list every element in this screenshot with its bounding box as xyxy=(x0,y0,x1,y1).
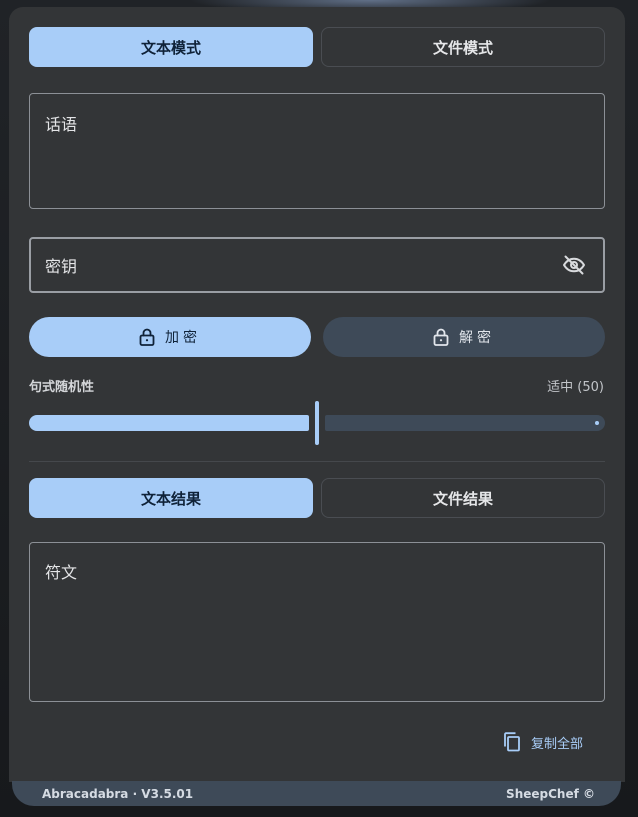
input-textarea[interactable]: 话语 xyxy=(29,93,605,209)
tab-text-mode[interactable]: 文本模式 xyxy=(29,27,313,67)
footer: Abracadabra · V3.5.01 SheepChef © xyxy=(12,781,621,806)
slider-thumb[interactable] xyxy=(315,401,319,445)
encrypt-label: 加密 xyxy=(165,330,201,346)
decrypt-button[interactable]: 解密 xyxy=(323,317,605,357)
input-placeholder: 话语 xyxy=(45,115,78,134)
output-textarea[interactable]: 符文 xyxy=(29,542,605,702)
encrypt-button[interactable]: 加密 xyxy=(29,317,311,357)
slider-label: 句式随机性 xyxy=(29,380,95,395)
key-input[interactable]: 密钥 xyxy=(29,237,605,293)
copy-label: 复制全部 xyxy=(531,736,584,752)
copy-icon xyxy=(503,732,521,752)
tab-text-result[interactable]: 文本结果 xyxy=(29,478,313,518)
lock-icon xyxy=(139,328,155,346)
lock-icon xyxy=(433,328,449,346)
output-placeholder: 符文 xyxy=(45,563,78,582)
slider-value: 适中 (50) xyxy=(547,380,604,395)
slider-track-filled[interactable] xyxy=(29,415,309,431)
key-placeholder: 密钥 xyxy=(45,257,78,276)
eye-off-icon[interactable] xyxy=(562,253,586,277)
slider-track-empty[interactable] xyxy=(325,415,605,431)
divider xyxy=(29,461,605,462)
tab-file-result[interactable]: 文件结果 xyxy=(321,478,605,518)
author-credit[interactable]: SheepChef © xyxy=(506,787,595,801)
slider-end-dot xyxy=(595,421,599,425)
copy-all-button[interactable]: 复制全部 xyxy=(503,730,583,754)
decrypt-label: 解密 xyxy=(459,330,495,346)
tab-file-mode[interactable]: 文件模式 xyxy=(321,27,605,67)
app-version: Abracadabra · V3.5.01 xyxy=(42,786,194,801)
